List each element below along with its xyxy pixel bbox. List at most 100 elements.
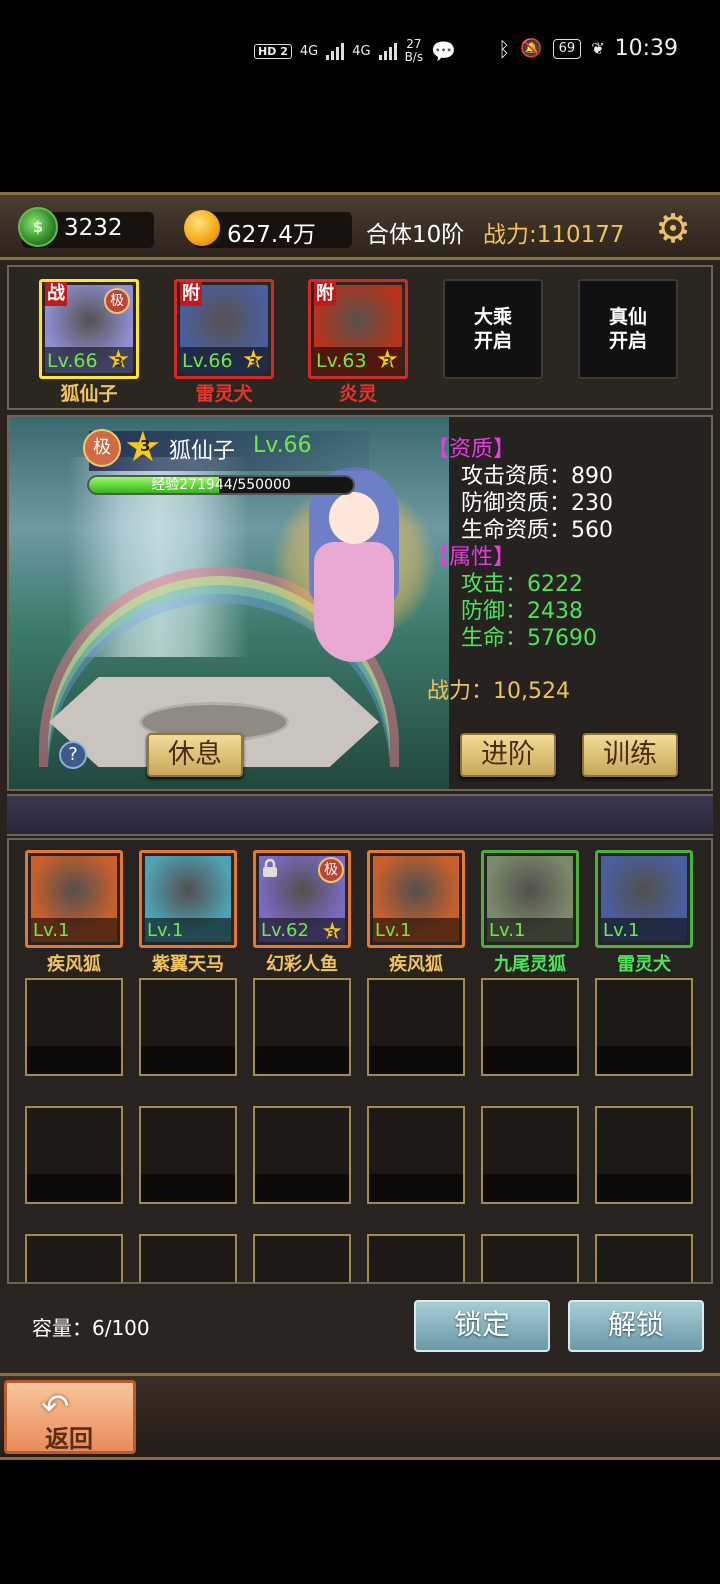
bag-pet-item[interactable]: Lv.1 (367, 850, 465, 948)
hero-level: Lv.66 (253, 433, 312, 458)
gold-amount: 627.4万 (227, 222, 316, 248)
pet-level: Lv.62 (261, 920, 309, 941)
game-screen: $ 3232 627.4万 合体10阶 战力:110177 ⚙ 战极 Lv.66 ★… (0, 192, 720, 1460)
bag-pet-name: 九尾灵狐 (494, 954, 566, 975)
settings-gear-icon[interactable]: ⚙ (651, 207, 695, 251)
slot-shade (255, 1174, 349, 1202)
help-button[interactable]: ? (59, 741, 87, 769)
slot-shade (369, 1046, 463, 1074)
slot-shade (141, 1046, 235, 1074)
star-count: 3 (248, 356, 258, 371)
hd-badge: HD 2 (254, 43, 292, 59)
locked-slot-zhenxian[interactable]: 真仙 开启 (578, 279, 678, 379)
attribute-hp: 生命：57690 (461, 626, 597, 651)
empty-bag-slot[interactable] (595, 1106, 693, 1204)
party-pet-name: 雷灵犬 (195, 383, 253, 405)
exp-text: 经验271944/550000 (151, 477, 291, 493)
pet-bag-grid: Lv.1 疾风狐 Lv.1 紫翼天马极 Lv.62 ★ 3 幻彩人鱼 Lv.1 疾风狐 Lv.1 九尾… (7, 838, 713, 1284)
empty-bag-slot[interactable] (481, 1234, 579, 1282)
status-left: HD 2 4G 4G 27 B/s 💬 (254, 38, 456, 64)
mute-bell-icon: 🔕 (520, 38, 543, 59)
rank-badge: 极 (83, 429, 121, 467)
slot-shade (369, 1174, 463, 1202)
empty-bag-slot[interactable] (139, 1106, 237, 1204)
empty-bag-slot[interactable] (367, 978, 465, 1076)
empty-bag-slot[interactable] (25, 978, 123, 1076)
back-button[interactable]: ↶ 返回 (4, 1380, 136, 1454)
empty-bag-slot[interactable] (25, 1234, 123, 1282)
pet-level: Lv.1 (375, 920, 412, 941)
clock: 10:39 (614, 36, 678, 61)
bag-pet-name: 疾风狐 (389, 954, 443, 975)
bag-pet-name: 雷灵犬 (617, 954, 671, 975)
pet-detail-panel: 极 ★ 3 狐仙子 Lv.66 经验271944/550000 【资质】 攻击资… (7, 415, 713, 791)
star-count: 3 (382, 356, 392, 371)
slot-shade (483, 1046, 577, 1074)
empty-bag-slot[interactable] (139, 978, 237, 1076)
empty-bag-slot[interactable] (253, 978, 351, 1076)
signal-icon-2 (378, 42, 397, 60)
slot-tag: 附 (314, 282, 336, 306)
slot-shade (141, 1174, 235, 1202)
bag-pet-name: 紫翼天马 (152, 954, 224, 975)
unlock-button[interactable]: 解锁 (568, 1300, 704, 1352)
gold-coin-icon (184, 210, 220, 246)
party-pet-name: 炎灵 (338, 383, 377, 405)
back-label: 返回 (45, 1425, 93, 1453)
train-button[interactable]: 训练 (582, 733, 678, 777)
empty-bag-slot[interactable] (481, 1106, 579, 1204)
status-bar: HD 2 4G 4G 27 B/s 💬 ᛒ 🔕 69 ❦ 10:39 (0, 0, 720, 105)
locked-slot-dacheng[interactable]: 大乘 开启 (443, 279, 543, 379)
empty-bag-slot[interactable] (253, 1234, 351, 1282)
bottom-bar: ↶ 返回 (0, 1376, 720, 1460)
empty-bag-slot[interactable] (367, 1234, 465, 1282)
slot-shade (597, 1046, 691, 1074)
jade-icon: $ (18, 207, 58, 247)
bag-pet-name: 幻彩人鱼 (266, 954, 338, 975)
pet-level: Lv.63 (316, 350, 367, 372)
empty-bag-slot[interactable] (25, 1106, 123, 1204)
jade-amount: 3232 (64, 215, 123, 241)
empty-bag-slot[interactable] (595, 978, 693, 1076)
bag-pet-item[interactable]: Lv.1 (139, 850, 237, 948)
party-slot[interactable]: 战极 Lv.66 ★ 3 (39, 279, 139, 379)
pet-level: Lv.66 (47, 350, 98, 372)
pet-level: Lv.1 (33, 920, 70, 941)
party-slot[interactable]: 附 Lv.66 ★ 3 (174, 279, 274, 379)
empty-bag-slot[interactable] (481, 978, 579, 1076)
hero-name: 狐仙子 (169, 439, 236, 464)
battery-icon: 69 (552, 38, 582, 59)
empty-bag-slot[interactable] (139, 1234, 237, 1282)
signal-icon (326, 42, 345, 60)
empty-bag-slot[interactable] (367, 1106, 465, 1204)
bag-pet-item[interactable]: Lv.1 (595, 850, 693, 948)
network-4g-2: 4G (352, 43, 371, 59)
rank-badge: 极 (104, 288, 130, 314)
bag-pet-item[interactable]: 极 Lv.62 ★ 3 (253, 850, 351, 948)
empty-bag-slot[interactable] (253, 1106, 351, 1204)
bag-pet-item[interactable]: Lv.1 (481, 850, 579, 948)
bag-pet-item[interactable]: Lv.1 (25, 850, 123, 948)
slot-shade (27, 1174, 121, 1202)
lock-icon (263, 858, 277, 877)
lock-button[interactable]: 锁定 (414, 1300, 550, 1352)
slot-shade (597, 1174, 691, 1202)
network-4g-1: 4G (299, 43, 319, 59)
party-slot[interactable]: 附 Lv.63 ★ 3 (308, 279, 408, 379)
pet-level: Lv.66 (182, 350, 233, 372)
slot-shade (255, 1046, 349, 1074)
ornamental-divider (7, 794, 713, 836)
advance-button[interactable]: 进阶 (460, 733, 556, 777)
pet-level: Lv.1 (603, 920, 640, 941)
slot-shade (27, 1046, 121, 1074)
party-row: 战极 Lv.66 ★ 3 狐仙子附 Lv.66 ★ 3 雷灵犬附 Lv.63 ★ 3 炎灵 大乘 开启 真… (7, 265, 713, 410)
empty-bag-slot[interactable] (595, 1234, 693, 1282)
bag-footer: 容量：6/100 锁定 解锁 (0, 1286, 720, 1376)
slot-tag: 战 (45, 282, 67, 306)
resource-bar: $ 3232 627.4万 合体10阶 战力:110177 ⚙ (0, 192, 720, 260)
net-speed: 27 B/s (404, 37, 424, 64)
star-count: 3 (113, 356, 123, 371)
rest-button[interactable]: 休息 (147, 733, 243, 777)
rank-badge: 极 (318, 857, 344, 883)
slot-shade (483, 1174, 577, 1202)
